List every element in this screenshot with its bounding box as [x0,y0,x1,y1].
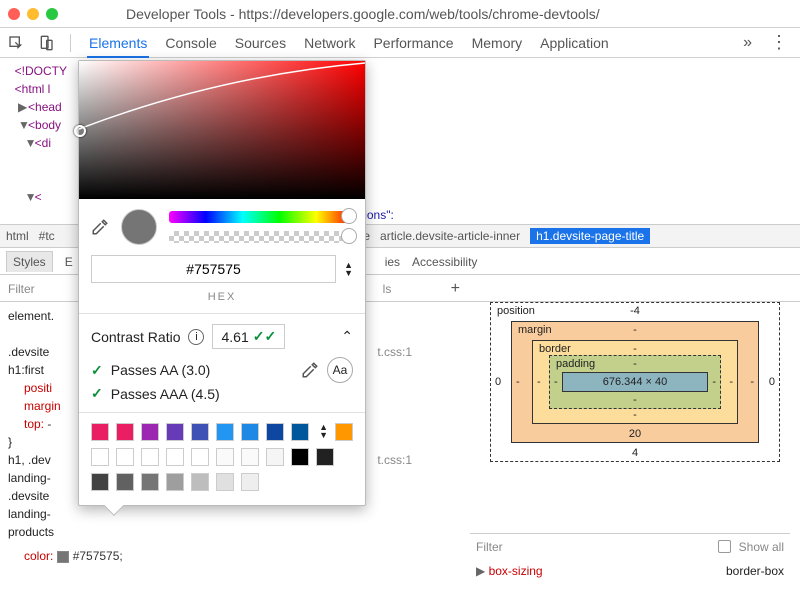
palette-swatch[interactable] [166,423,184,441]
palette-swatch[interactable] [216,423,234,441]
palette-swatch[interactable] [91,473,109,491]
filter-input[interactable]: Filter [0,282,43,296]
check-icon: ✓ [91,385,103,402]
hue-handle[interactable] [341,208,357,224]
box-content: 676.344 × 40 [562,372,708,392]
saturation-value-area[interactable] [79,61,365,199]
close-window-button[interactable] [8,8,20,20]
tab-elements[interactable]: Elements [87,35,149,58]
crumb-tc[interactable]: #tc [39,229,55,243]
tab-performance[interactable]: Performance [371,35,455,51]
palette-swatch[interactable] [191,448,209,466]
alpha-slider[interactable] [169,231,353,243]
current-color-preview [121,209,157,245]
palette-swatch[interactable] [335,423,353,441]
ls-fragment: ls [383,282,392,296]
palette-swatch[interactable] [241,448,259,466]
palette-swatch[interactable] [191,423,209,441]
show-all-checkbox[interactable] [718,540,731,553]
tab-memory[interactable]: Memory [470,35,525,51]
palette-swatch[interactable] [141,448,159,466]
box-model[interactable]: position -4040 margin --20- border ---- … [490,302,780,512]
window-titlebar: Developer Tools - https://developers.goo… [0,0,800,28]
maximize-window-button[interactable] [46,8,58,20]
subtab-event[interactable]: E [65,255,73,269]
tab-application[interactable]: Application [538,35,611,51]
contrast-expand-icon[interactable]: ⌃ [341,328,353,345]
computed-filter-input[interactable]: Filter [476,540,503,554]
palette-swatch[interactable] [216,473,234,491]
show-all-label: Show all [739,540,784,554]
palette-swatch[interactable] [141,473,159,491]
tab-sources[interactable]: Sources [233,35,288,51]
passes-aa: Passes AA (3.0) [111,362,211,378]
palette-swatch[interactable] [116,423,134,441]
palette-swatch[interactable] [291,423,309,441]
palette-swatch[interactable] [91,423,109,441]
hue-slider[interactable] [169,211,353,223]
eyedropper-icon[interactable] [91,218,109,236]
color-swatch[interactable] [57,551,69,563]
palette-swatch[interactable] [166,473,184,491]
subtab-accessibility[interactable]: Accessibility [412,255,477,269]
contrast-section: Contrast Ratio i 4.61 ✓✓ ⌃ ✓ Passes AA (… [79,314,365,412]
palette-page-toggle[interactable]: ▲▼ [319,423,328,441]
palette-swatch[interactable] [291,448,309,466]
color-property[interactable]: color: [8,549,53,563]
computed-filter-row: Filter Show all [470,533,790,559]
separator [70,34,71,52]
inspect-icon[interactable] [8,35,24,51]
window-title: Developer Tools - https://developers.goo… [126,6,600,22]
info-icon[interactable]: i [188,329,204,345]
color-palette: ▲▼ [79,413,365,505]
palette-swatch[interactable] [116,473,134,491]
device-toggle-icon[interactable] [38,35,54,51]
tab-network[interactable]: Network [302,35,357,51]
crumb-selected[interactable]: h1.devsite-page-title [530,228,650,244]
palette-swatch[interactable] [166,448,184,466]
hex-label: HEX [79,291,365,313]
subtab-properties[interactable]: ies [385,255,400,269]
palette-swatch[interactable] [266,448,284,466]
devtools-menu-icon[interactable]: ⋮ [766,32,792,53]
passes-aaa: Passes AAA (4.5) [111,386,220,402]
palette-swatch[interactable] [241,423,259,441]
minimize-window-button[interactable] [27,8,39,20]
pick-bg-eyedropper-icon[interactable] [301,361,319,379]
palette-swatch[interactable] [316,448,334,466]
palette-swatch[interactable] [266,423,284,441]
alpha-handle[interactable] [341,228,357,244]
crumb-article[interactable]: article.devsite-article-inner [380,229,520,243]
contrast-ratio-label: Contrast Ratio [91,329,180,345]
hex-input[interactable] [91,255,336,283]
palette-swatch[interactable] [191,473,209,491]
new-rule-button[interactable]: + [451,280,460,298]
check-icon: ✓ [91,362,103,379]
overflow-tabs-icon[interactable]: » [743,34,752,52]
devtools-toolbar: Elements Console Sources Network Perform… [0,28,800,58]
contrast-ratio-value: 4.61 ✓✓ [212,324,285,349]
palette-swatch[interactable] [91,448,109,466]
format-toggle[interactable]: ▲▼ [344,261,353,277]
computed-property[interactable]: ▶ box-sizing border-box [470,560,790,582]
color-picker-popup: ▲▼ HEX Contrast Ratio i 4.61 ✓✓ ⌃ ✓ Pass… [78,60,366,506]
tab-console[interactable]: Console [163,35,218,51]
traffic-lights [8,8,58,20]
palette-swatch[interactable] [216,448,234,466]
palette-swatch[interactable] [241,473,259,491]
sv-cursor[interactable] [74,125,86,137]
palette-swatch[interactable] [116,448,134,466]
subtab-styles[interactable]: Styles [6,251,53,272]
palette-swatch[interactable] [141,423,159,441]
text-preview-icon[interactable]: Aa [327,357,353,383]
crumb-html[interactable]: html [6,229,29,243]
